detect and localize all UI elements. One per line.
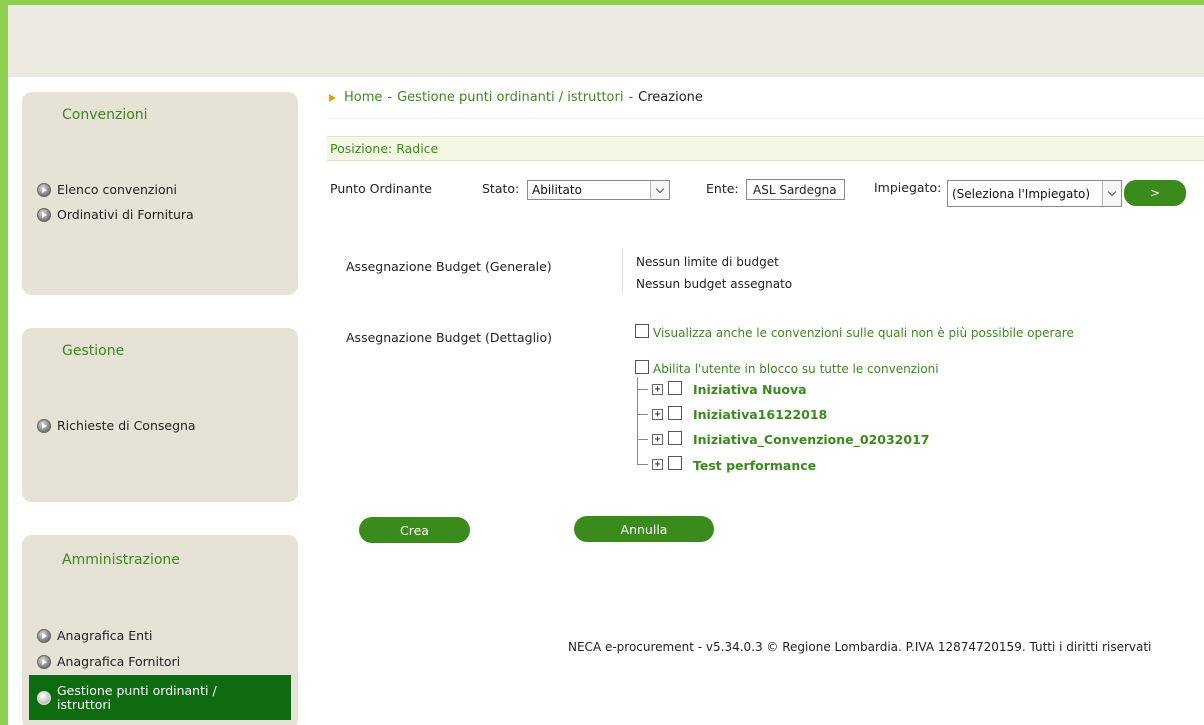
impiegato-select-value: (Seleziona l'Impiegato)	[952, 186, 1091, 201]
sidebar-item-gestione-punti-ordinanti[interactable]: Gestione punti ordinanti / istruttori	[29, 675, 291, 720]
position-bar: Posizione: Radice	[327, 136, 1204, 161]
tree-node-checkbox[interactable]	[668, 431, 682, 445]
stato-select[interactable]: Abilitato	[527, 180, 670, 200]
impiegato-select[interactable]: (Seleziona l'Impiegato)	[947, 180, 1122, 207]
cancel-button[interactable]: Annulla	[574, 516, 714, 542]
breadcrumb-separator: -	[628, 90, 634, 105]
expand-plus-icon[interactable]: +	[652, 384, 663, 395]
arrow-circle-icon	[37, 628, 51, 643]
tree-node-checkbox[interactable]	[668, 456, 682, 470]
sidebar-item-label: Gestione punti ordinanti / istruttori	[57, 682, 217, 712]
sidebar-item-label: Richieste di Consegna	[57, 418, 196, 433]
tree-node-iniziativa16122018[interactable]: Iniziativa16122018	[693, 407, 827, 422]
tree-connector	[638, 464, 648, 465]
enable-all-checkbox[interactable]	[635, 360, 649, 374]
breadcrumb-section-link[interactable]: Gestione punti ordinanti / istruttori	[397, 90, 623, 105]
sidebar-item-elenco-convenzioni[interactable]: Elenco convenzioni	[37, 182, 177, 197]
expand-plus-icon[interactable]: +	[652, 434, 663, 445]
budget-assigned-text: Nessun budget assegnato	[636, 277, 793, 291]
tree-connector	[637, 377, 638, 465]
sidebar-title-amministrazione: Amministrazione	[62, 552, 180, 568]
tree-node-iniziativa-nuova[interactable]: Iniziativa Nuova	[693, 382, 807, 397]
sidebar-item-label: Elenco convenzioni	[57, 182, 178, 197]
search-go-button[interactable]: >	[1124, 180, 1186, 206]
tree-node-iniziativa-convenzione[interactable]: Iniziativa_Convenzione_02032017	[693, 432, 929, 447]
arrow-circle-icon	[37, 418, 51, 433]
ente-value-box: ASL Sardegna	[746, 179, 845, 200]
expand-plus-icon[interactable]: +	[652, 409, 663, 420]
arrow-circle-icon	[37, 690, 51, 705]
tree-connector	[638, 389, 648, 390]
divider	[622, 248, 623, 292]
budget-generale-label: Assegnazione Budget (Generale)	[346, 259, 552, 274]
enable-all-label: Abilita l'utente in blocco su tutte le c…	[653, 362, 939, 376]
arrow-circle-icon	[37, 654, 51, 669]
show-all-label: Visualizza anche le convenzioni sulle qu…	[653, 326, 1074, 340]
sidebar-item-label: Anagrafica Enti	[57, 628, 153, 643]
sidebar-title-convenzioni: Convenzioni	[62, 107, 148, 123]
chevron-down-icon	[1102, 181, 1121, 206]
divider	[329, 118, 1204, 119]
expand-plus-icon[interactable]: +	[652, 459, 663, 470]
tree-node-checkbox[interactable]	[668, 381, 682, 395]
breadcrumb: Home - Gestione punti ordinanti / istrut…	[329, 90, 703, 105]
sidebar-title-gestione: Gestione	[62, 343, 125, 359]
stato-select-value: Abilitato	[532, 183, 582, 197]
budget-limit-text: Nessun limite di budget	[636, 255, 779, 269]
stato-label: Stato:	[482, 181, 520, 196]
tree-connector	[638, 439, 648, 440]
breadcrumb-home-link[interactable]: Home	[344, 90, 382, 105]
budget-dettaglio-label: Assegnazione Budget (Dettaglio)	[346, 330, 553, 345]
arrow-circle-icon	[37, 182, 51, 197]
arrow-circle-icon	[37, 207, 51, 222]
impiegato-label: Impiegato:	[874, 180, 942, 195]
triangle-right-icon	[329, 93, 336, 102]
tree-connector	[638, 414, 648, 415]
sidebar-item-anagrafica-enti[interactable]: Anagrafica Enti	[37, 628, 152, 643]
ente-label: Ente:	[706, 181, 739, 196]
sidebar-item-ordinativi[interactable]: Ordinativi di Fornitura	[37, 207, 194, 222]
tree-node-checkbox[interactable]	[668, 406, 682, 420]
sidebar-item-label: Ordinativi di Fornitura	[57, 207, 194, 222]
chevron-down-icon	[650, 181, 669, 199]
sidebar-item-richieste-consegna[interactable]: Richieste di Consegna	[37, 418, 196, 433]
tree-node-test-performance[interactable]: Test performance	[693, 458, 816, 473]
footer-copyright: NECA e-procurement - v5.34.0.3 © Regione…	[568, 640, 1152, 654]
breadcrumb-separator: -	[387, 90, 393, 105]
sidebar-item-label: Anagrafica Fornitori	[57, 654, 181, 669]
show-all-checkbox[interactable]	[635, 324, 649, 338]
create-button[interactable]: Crea	[359, 517, 470, 543]
sidebar-item-anagrafica-fornitori[interactable]: Anagrafica Fornitori	[37, 654, 180, 669]
top-header-bar	[8, 5, 1204, 77]
breadcrumb-current: Creazione	[638, 90, 703, 105]
punto-ordinante-label: Punto Ordinante	[330, 181, 432, 196]
